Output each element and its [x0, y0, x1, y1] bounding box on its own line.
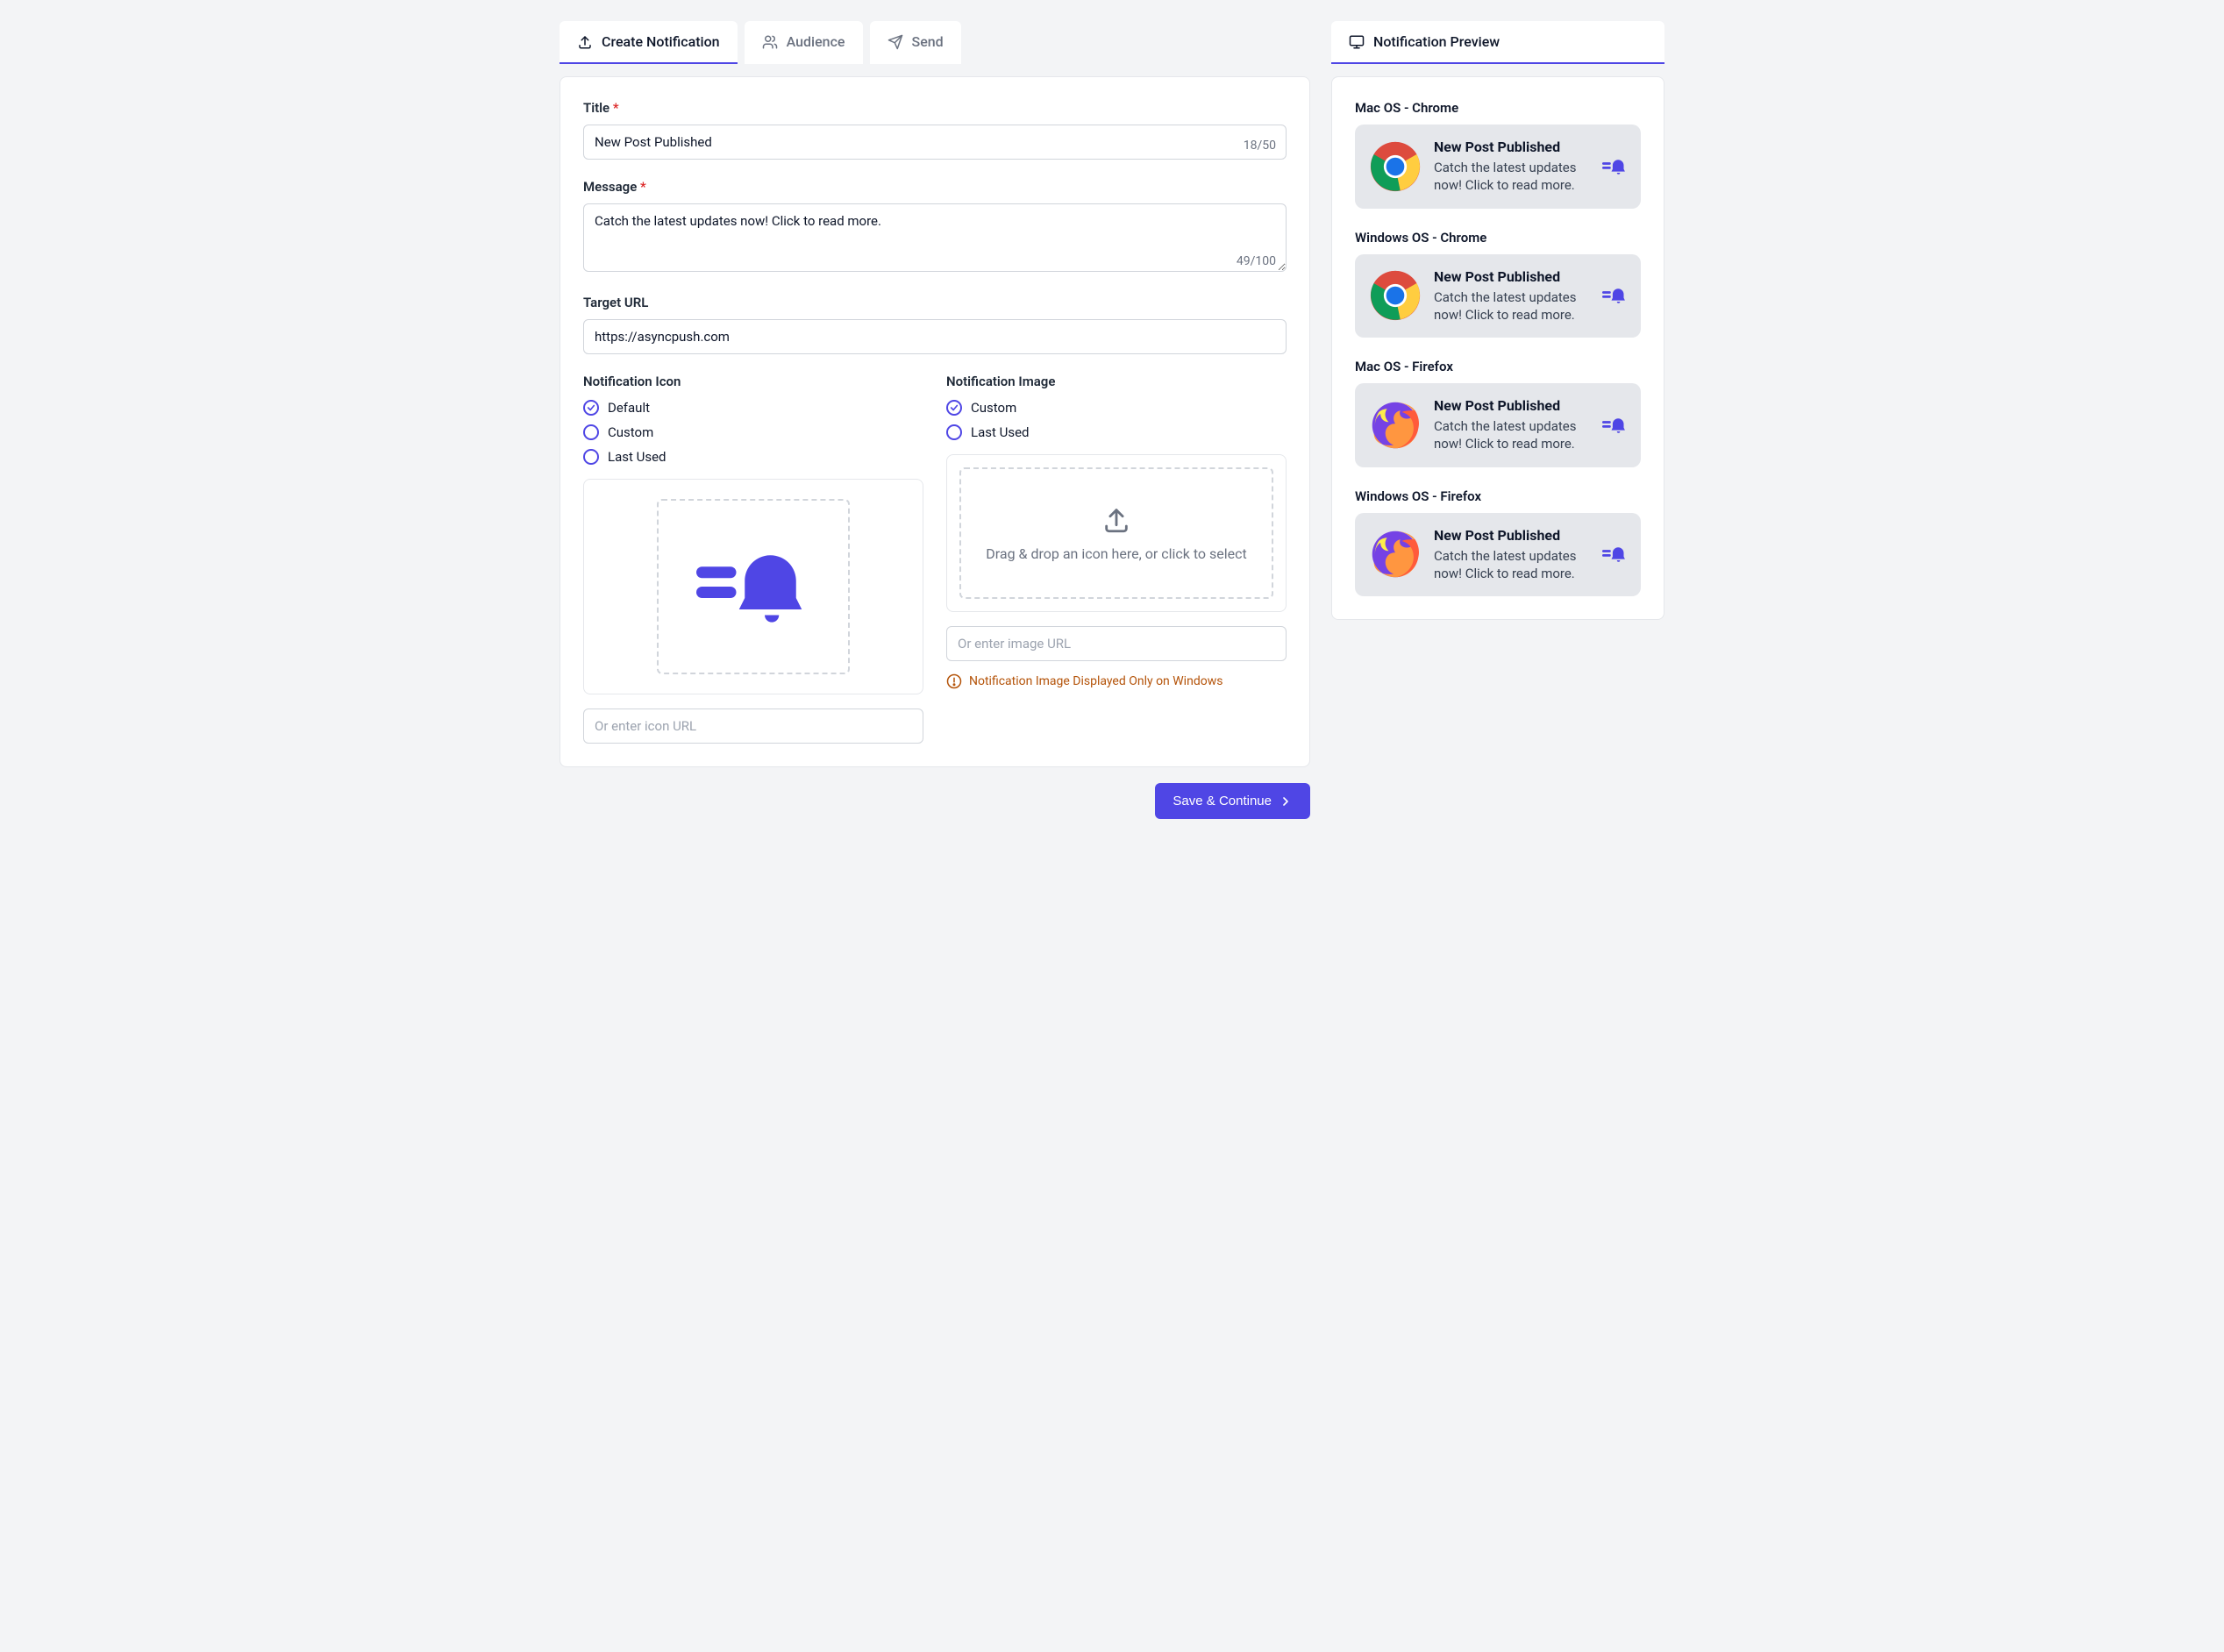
title-input[interactable]	[583, 125, 1287, 160]
preview-row-mac-firefox: New Post Published Catch the latest upda…	[1355, 383, 1641, 467]
radio-label: Last Used	[971, 424, 1030, 440]
message-input[interactable]	[583, 203, 1287, 272]
monitor-icon	[1349, 34, 1365, 50]
tab-audience[interactable]: Audience	[745, 21, 863, 64]
preview-title: New Post Published	[1434, 268, 1590, 285]
bell-icon	[1602, 416, 1627, 435]
chevron-right-icon	[1279, 794, 1293, 808]
firefox-icon	[1369, 399, 1422, 452]
bell-icon	[1602, 157, 1627, 176]
icon-preview-box	[583, 479, 923, 694]
dropzone-text: Drag & drop an icon here, or click to se…	[986, 545, 1246, 562]
message-counter: 49/100	[1237, 254, 1276, 268]
title-label: Title *	[583, 100, 1287, 116]
icon-preview-frame	[657, 499, 850, 674]
radio-icon	[946, 400, 962, 416]
tab-label: Create Notification	[602, 33, 720, 50]
target-url-input[interactable]	[583, 319, 1287, 354]
radio-icon	[946, 424, 962, 440]
firefox-icon	[1369, 528, 1422, 580]
radio-icon	[583, 449, 599, 465]
alert-icon	[946, 673, 962, 689]
image-option-last-used[interactable]: Last Used	[946, 424, 1287, 440]
icon-url-input[interactable]	[583, 709, 923, 744]
bell-icon	[1602, 545, 1627, 564]
title-counter: 18/50	[1244, 139, 1276, 153]
preview-title: New Post Published	[1434, 139, 1590, 155]
tab-send[interactable]: Send	[870, 21, 961, 64]
radio-icon	[583, 424, 599, 440]
upload-icon	[1101, 505, 1131, 535]
tab-label: Send	[912, 33, 944, 50]
radio-label: Last Used	[608, 449, 666, 465]
preview-row-win-firefox: New Post Published Catch the latest upda…	[1355, 513, 1641, 597]
message-label: Message *	[583, 179, 1287, 195]
preview-row-mac-chrome: New Post Published Catch the latest upda…	[1355, 125, 1641, 209]
notification-form-card: Title * 18/50 Message * 49/100 Target UR…	[560, 76, 1310, 767]
main-tabs: Create Notification Audience Send	[560, 21, 1310, 64]
radio-label: Custom	[608, 424, 653, 440]
image-dropzone[interactable]: Drag & drop an icon here, or click to se…	[959, 467, 1273, 599]
notification-icon-label: Notification Icon	[583, 374, 923, 389]
chrome-icon	[1369, 140, 1422, 193]
button-label: Save & Continue	[1173, 794, 1272, 808]
preview-card: Mac OS - Chrome New Post Published Catch…	[1331, 76, 1664, 620]
icon-option-default[interactable]: Default	[583, 400, 923, 416]
bell-icon	[696, 530, 810, 644]
image-warning: Notification Image Displayed Only on Win…	[946, 673, 1287, 689]
tab-label: Audience	[787, 33, 845, 50]
icon-option-last-used[interactable]: Last Used	[583, 449, 923, 465]
warning-text: Notification Image Displayed Only on Win…	[969, 674, 1222, 688]
radio-label: Default	[608, 400, 650, 416]
tab-notification-preview[interactable]: Notification Preview	[1331, 21, 1664, 64]
tab-label: Notification Preview	[1373, 33, 1500, 50]
target-url-label: Target URL	[583, 295, 1287, 310]
image-option-custom[interactable]: Custom	[946, 400, 1287, 416]
preview-section-label: Windows OS - Firefox	[1355, 488, 1641, 504]
preview-message: Catch the latest updates now! Click to r…	[1434, 159, 1590, 195]
notification-image-label: Notification Image	[946, 374, 1287, 389]
preview-message: Catch the latest updates now! Click to r…	[1434, 288, 1590, 324]
image-drop-wrapper: Drag & drop an icon here, or click to se…	[946, 454, 1287, 612]
preview-title: New Post Published	[1434, 397, 1590, 414]
bell-icon	[1602, 286, 1627, 305]
tab-create-notification[interactable]: Create Notification	[560, 21, 738, 64]
save-continue-button[interactable]: Save & Continue	[1155, 783, 1310, 819]
preview-section-label: Mac OS - Firefox	[1355, 359, 1641, 374]
preview-row-win-chrome: New Post Published Catch the latest upda…	[1355, 254, 1641, 338]
send-icon	[887, 34, 903, 50]
radio-icon	[583, 400, 599, 416]
upload-icon	[577, 34, 593, 50]
preview-section-label: Mac OS - Chrome	[1355, 100, 1641, 116]
preview-message: Catch the latest updates now! Click to r…	[1434, 417, 1590, 453]
image-url-input[interactable]	[946, 626, 1287, 661]
chrome-icon	[1369, 269, 1422, 322]
preview-section-label: Windows OS - Chrome	[1355, 230, 1641, 246]
preview-message: Catch the latest updates now! Click to r…	[1434, 547, 1590, 583]
users-icon	[762, 34, 778, 50]
icon-option-custom[interactable]: Custom	[583, 424, 923, 440]
radio-label: Custom	[971, 400, 1016, 416]
preview-title: New Post Published	[1434, 527, 1590, 544]
